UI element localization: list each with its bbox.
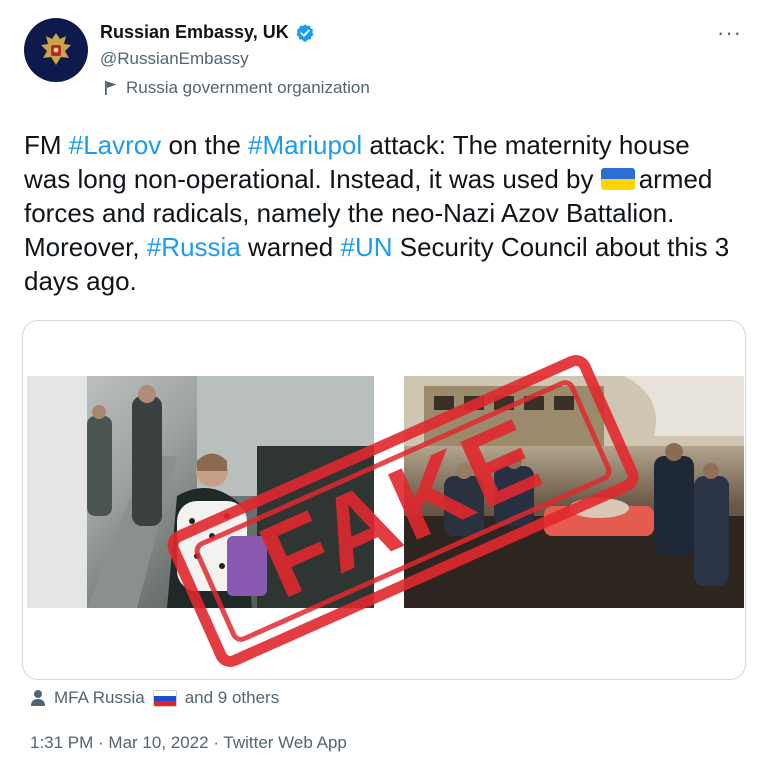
media-card[interactable]: FAKE: [22, 320, 746, 680]
flag-icon: [105, 81, 117, 95]
text-segment: on the: [161, 130, 248, 160]
government-label[interactable]: Russia government organization: [104, 78, 370, 98]
photo-left-scene: [27, 376, 374, 608]
government-label-text: Russia government organization: [126, 78, 370, 97]
text-segment: FM: [24, 130, 69, 160]
account-handle[interactable]: @RussianEmbassy: [100, 49, 249, 69]
verified-badge-icon: [296, 23, 314, 42]
tweet-text: FM #Lavrov on the #Mariupol attack: The …: [24, 128, 734, 298]
coat-of-arms-icon: [41, 33, 71, 65]
hashtag-russia[interactable]: #Russia: [147, 232, 241, 262]
avatar[interactable]: [24, 18, 88, 82]
liked-by-row[interactable]: MFA Russia and 9 others: [30, 688, 279, 708]
more-icon[interactable]: ···: [717, 20, 742, 46]
hashtag-mariupol[interactable]: #Mariupol: [248, 130, 362, 160]
liker-name[interactable]: MFA Russia: [54, 688, 145, 708]
ukraine-flag-emoji: [600, 168, 635, 190]
tweet-header: Russian Embassy, UK @RussianEmbassy Russ…: [24, 16, 748, 100]
photo-right[interactable]: [404, 376, 744, 608]
russia-flag-emoji: [152, 689, 177, 707]
hashtag-un[interactable]: #UN: [341, 232, 393, 262]
text-segment: warned: [240, 232, 341, 262]
account-name[interactable]: Russian Embassy, UK: [100, 22, 289, 43]
liker-others[interactable]: and 9 others: [185, 688, 280, 708]
photo-left[interactable]: [27, 376, 374, 608]
tweet-timestamp[interactable]: 1:31 PM · Mar 10, 2022 · Twitter Web App: [30, 733, 347, 753]
photo-right-scene: [404, 376, 744, 608]
hashtag-lavrov[interactable]: #Lavrov: [69, 130, 162, 160]
person-icon: [31, 690, 45, 706]
